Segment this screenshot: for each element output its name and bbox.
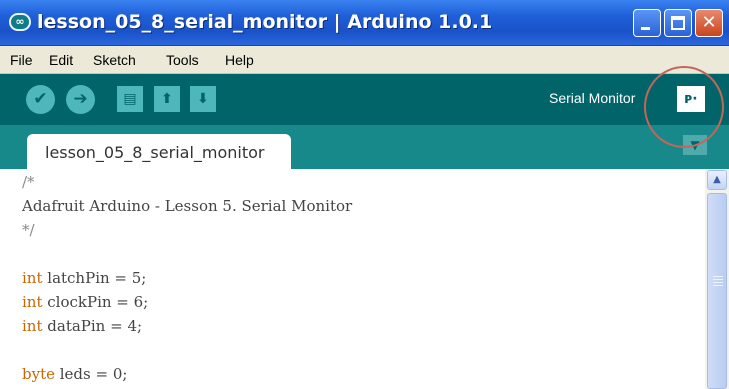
upload-button[interactable]: ➔ bbox=[66, 85, 95, 114]
code-line: int latchPin = 5; bbox=[22, 269, 147, 287]
open-arrow-up-icon: ⬆ bbox=[161, 91, 173, 107]
keyword: int bbox=[22, 317, 43, 335]
code-editor[interactable]: /* Adafruit Arduino - Lesson 5. Serial M… bbox=[0, 169, 705, 389]
maximize-button[interactable] bbox=[664, 9, 692, 37]
keyword: byte bbox=[22, 365, 55, 383]
menu-sketch[interactable]: Sketch bbox=[93, 52, 136, 68]
tab-bar: lesson_05_8_serial_monitor ▼ bbox=[0, 125, 729, 169]
arduino-logo-icon: ∞ bbox=[9, 13, 31, 31]
window-title: lesson_05_8_serial_monitor | Arduino 1.0… bbox=[37, 11, 493, 33]
code-line: int dataPin = 4; bbox=[22, 317, 143, 335]
tab-sketch[interactable]: lesson_05_8_serial_monitor bbox=[27, 134, 291, 169]
menu-bar: File Edit Sketch Tools Help bbox=[0, 46, 729, 74]
verify-button[interactable]: ✔ bbox=[26, 85, 55, 114]
open-button[interactable]: ⬆ bbox=[154, 86, 180, 112]
save-arrow-down-icon: ⬇ bbox=[197, 91, 209, 107]
scroll-up-button[interactable]: ▲ bbox=[707, 170, 727, 190]
menu-help[interactable]: Help bbox=[225, 52, 254, 68]
menu-tools[interactable]: Tools bbox=[166, 52, 199, 68]
keyword: int bbox=[22, 293, 43, 311]
minimize-button[interactable] bbox=[633, 9, 661, 37]
vertical-scrollbar[interactable]: ▲ bbox=[705, 169, 729, 389]
grip-line bbox=[713, 276, 723, 277]
save-button[interactable]: ⬇ bbox=[190, 86, 216, 112]
maximize-icon bbox=[671, 16, 685, 30]
toolbar: ✔ ➔ ▤ ⬆ ⬇ Serial Monitor ᴘ· bbox=[0, 74, 729, 125]
code-line: byte leds = 0; bbox=[22, 365, 128, 383]
menu-file[interactable]: File bbox=[10, 52, 33, 68]
tab-label: lesson_05_8_serial_monitor bbox=[45, 143, 265, 162]
code-line: int clockPin = 6; bbox=[22, 293, 149, 311]
title-bar[interactable]: ∞ lesson_05_8_serial_monitor | Arduino 1… bbox=[0, 0, 729, 46]
minimize-icon bbox=[641, 27, 650, 30]
arrow-right-icon: ➔ bbox=[73, 89, 88, 109]
close-icon: ✕ bbox=[701, 12, 717, 33]
code-line: Adafruit Arduino - Lesson 5. Serial Moni… bbox=[22, 197, 353, 215]
highlight-ring bbox=[644, 66, 724, 148]
code-line: /* bbox=[22, 173, 35, 191]
chevron-up-icon: ▲ bbox=[713, 174, 721, 185]
new-file-icon: ▤ bbox=[123, 91, 137, 107]
close-button[interactable]: ✕ bbox=[695, 9, 723, 37]
serial-monitor-label: Serial Monitor bbox=[549, 90, 636, 106]
checkmark-icon: ✔ bbox=[33, 89, 48, 109]
menu-edit[interactable]: Edit bbox=[49, 52, 73, 68]
grip-line bbox=[713, 282, 723, 283]
grip-line bbox=[713, 279, 723, 280]
scroll-thumb[interactable] bbox=[707, 193, 727, 389]
keyword: int bbox=[22, 269, 43, 287]
code-line: */ bbox=[22, 221, 35, 239]
new-button[interactable]: ▤ bbox=[117, 86, 143, 112]
grip-line bbox=[713, 285, 723, 286]
